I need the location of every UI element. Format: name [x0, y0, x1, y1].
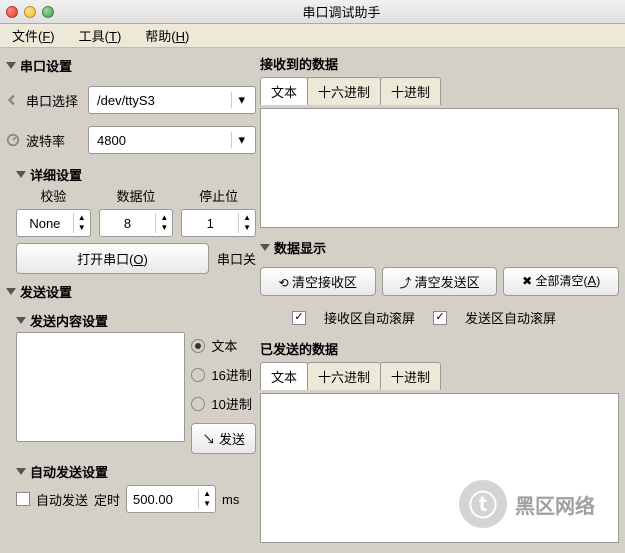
send-settings-header[interactable]: 发送设置 [6, 282, 256, 301]
baud-select[interactable]: 4800 ▾ [88, 126, 256, 154]
send-settings-label: 发送设置 [20, 282, 72, 301]
parity-label: 校验 [16, 186, 91, 205]
auto-scroll-recv-label: 接收区自动滚屏 [324, 308, 415, 327]
close-window-button[interactable] [6, 6, 18, 18]
timer-label: 定时 [94, 490, 120, 509]
send-content-label: 发送内容设置 [30, 311, 108, 330]
recv-tab-hex[interactable]: 十六进制 [307, 77, 381, 105]
plug-icon [6, 93, 20, 107]
sent-tabs: 文本 十六进制 十进制 [260, 362, 619, 390]
auto-scroll-recv-checkbox[interactable]: ✓ [292, 311, 306, 325]
serial-settings-header[interactable]: 串口设置 [6, 56, 256, 75]
radio-hex[interactable]: 16进制 [191, 365, 251, 384]
recv-tab-text[interactable]: 文本 [260, 77, 308, 105]
parity-spinner[interactable]: None ▲▼ [16, 209, 91, 237]
send-button[interactable]: ↘ 发送 [191, 423, 256, 454]
databits-spinner[interactable]: 8 ▲▼ [99, 209, 174, 237]
radio-icon [191, 397, 205, 411]
spin-up-icon[interactable]: ▲ [156, 213, 172, 223]
open-port-button[interactable]: 打开串口(O) [16, 243, 209, 274]
display-header[interactable]: 数据显示 [260, 238, 619, 257]
chevron-down-icon [16, 317, 26, 324]
radio-text[interactable]: 文本 [191, 336, 237, 355]
auto-send-label: 自动发送设置 [30, 462, 108, 481]
auto-scroll-send-label: 发送区自动滚屏 [465, 308, 556, 327]
auto-scroll-send-checkbox[interactable]: ✓ [433, 311, 447, 325]
timer-spinner[interactable]: 500.00 ▲▼ [126, 485, 216, 513]
maximize-window-button[interactable] [42, 6, 54, 18]
sent-textarea[interactable] [260, 393, 619, 543]
send-textarea[interactable] [16, 332, 185, 442]
spin-up-icon[interactable]: ▲ [239, 213, 255, 223]
chevron-down-icon [16, 171, 26, 178]
stopbits-label: 停止位 [181, 186, 256, 205]
display-label: 数据显示 [274, 238, 326, 257]
clear-send-button[interactable]: ⤴ 清空发送区 [382, 267, 498, 296]
spin-down-icon[interactable]: ▼ [239, 223, 255, 233]
minimize-window-button[interactable] [24, 6, 36, 18]
recv-header: 接收到的数据 [260, 54, 619, 73]
recv-textarea[interactable] [260, 108, 619, 228]
menubar: 文件(F) 工具(T) 帮助(H) [0, 24, 625, 48]
menu-tools[interactable]: 工具(T) [73, 24, 128, 47]
gauge-icon [6, 133, 20, 147]
baud-label: 波特率 [26, 131, 82, 150]
sent-tab-hex[interactable]: 十六进制 [307, 362, 381, 390]
spin-down-icon[interactable]: ▼ [199, 499, 215, 509]
chevron-down-icon: ▾ [231, 132, 251, 148]
spin-up-icon[interactable]: ▲ [199, 489, 215, 499]
chevron-down-icon [6, 288, 16, 295]
sent-header: 已发送的数据 [260, 339, 619, 358]
port-select[interactable]: /dev/ttyS3 ▾ [88, 86, 256, 114]
chevron-down-icon [6, 62, 16, 69]
menu-help[interactable]: 帮助(H) [139, 24, 195, 47]
radio-icon [191, 339, 205, 353]
databits-label: 数据位 [99, 186, 174, 205]
radio-icon [191, 368, 205, 382]
auto-send-check-label: 自动发送 [36, 490, 88, 509]
auto-send-header[interactable]: 自动发送设置 [16, 462, 256, 481]
detail-settings-label: 详细设置 [30, 165, 82, 184]
auto-send-checkbox[interactable] [16, 492, 30, 506]
recv-tab-dec[interactable]: 十进制 [380, 77, 441, 105]
spin-up-icon[interactable]: ▲ [74, 213, 90, 223]
menu-file[interactable]: 文件(F) [6, 24, 61, 47]
clear-all-button[interactable]: ✖ 全部清空(A) [503, 267, 619, 296]
radio-dec[interactable]: 10进制 [191, 394, 251, 413]
stopbits-spinner[interactable]: 1 ▲▼ [181, 209, 256, 237]
timer-unit-label: ms [222, 492, 239, 507]
port-label: 串口选择 [26, 91, 82, 110]
spin-down-icon[interactable]: ▼ [74, 223, 90, 233]
chevron-down-icon [16, 468, 26, 475]
spin-down-icon[interactable]: ▼ [156, 223, 172, 233]
chevron-down-icon: ▾ [231, 92, 251, 108]
port-status: 串口关 [217, 249, 256, 268]
sent-tab-dec[interactable]: 十进制 [380, 362, 441, 390]
titlebar: 串口调试助手 [0, 0, 625, 24]
send-content-header[interactable]: 发送内容设置 [16, 311, 256, 330]
chevron-down-icon [260, 244, 270, 251]
recv-tabs: 文本 十六进制 十进制 [260, 77, 619, 105]
detail-settings-header[interactable]: 详细设置 [16, 165, 256, 184]
serial-settings-label: 串口设置 [20, 56, 72, 75]
sent-tab-text[interactable]: 文本 [260, 362, 308, 390]
window-title: 串口调试助手 [302, 5, 380, 20]
clear-recv-button[interactable]: ⟲ 清空接收区 [260, 267, 376, 296]
